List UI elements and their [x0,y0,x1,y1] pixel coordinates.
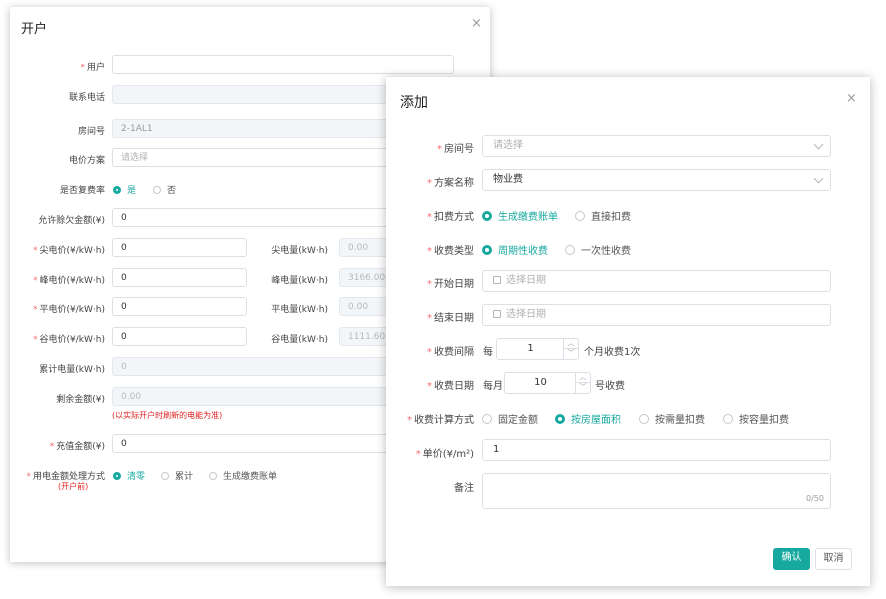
flat-energy-label: 平电量(kW·h) [271,305,328,315]
calc-fixed-radio[interactable]: 固定金额 [482,411,538,426]
valley-price-label: * 谷电价(¥/kW·h) [33,335,105,345]
cancel-button[interactable]: 取消 [815,548,852,570]
room-label: * 房间号 [437,144,474,155]
flat-price-label: * 平电价(¥/kW·h) [33,305,105,315]
total-energy-label: 累计电量(kW·h) [39,365,105,375]
date-label: * 收费日期 [427,381,474,392]
phone-label: 联系电话 [68,93,105,103]
interval-stepper[interactable]: 1 ︿ ﹀ [496,338,579,360]
room-label: 房间号 [77,127,105,137]
handling-clear-radio[interactable]: 清零 [113,469,145,482]
multi-rate-yes-radio[interactable]: 是 [113,183,136,196]
calendar-icon [493,276,501,284]
decrement-icon[interactable]: ﹀ [576,383,590,393]
close-icon[interactable]: × [471,17,482,30]
confirm-button[interactable]: 确认 [773,548,810,570]
date-stepper[interactable]: 10 ︿ ﹀ [504,372,591,394]
calc-demand-radio[interactable]: 按需量扣费 [639,411,705,426]
flat-price-input[interactable]: 0 [112,297,247,316]
handling-sub-note: (开户前) [58,482,89,491]
chevron-down-icon [813,173,824,184]
high-price-input[interactable]: 0 [112,268,247,287]
dialog-title: 开户 [21,22,48,37]
arrears-label: 允许赊欠金额(¥) [38,216,105,226]
increment-icon[interactable]: ︿ [564,339,578,349]
peak-price-input[interactable]: 0 [112,238,247,257]
peak-energy-label: 尖电量(kW·h) [271,246,328,256]
high-price-label: * 峰电价(¥/kW·h) [33,276,105,286]
balance-note: (以实际开户时刷新的电能为准) [112,411,223,420]
remark-label: 备注 [454,483,474,494]
recharge-label: * 充值金额(¥) [49,442,105,452]
user-label: * 用户 [80,63,105,73]
end-date-label: * 结束日期 [427,313,474,324]
high-energy-label: 峰电量(kW·h) [271,276,328,286]
multi-rate-no-radio[interactable]: 否 [153,183,176,196]
valley-energy-label: 谷电量(kW·h) [271,335,328,345]
balance-input[interactable]: 0.00 [112,387,402,406]
charge-type-once-radio[interactable]: 一次性收费 [565,242,631,257]
arrears-input[interactable]: 0 [112,208,402,227]
date-prefix: 每月 [483,381,503,392]
date-suffix: 号收费 [595,381,625,392]
deduct-direct-radio[interactable]: 直接扣费 [575,208,631,223]
user-input[interactable] [112,55,454,74]
chevron-down-icon [813,139,824,150]
remark-counter: 0/50 [806,494,824,503]
interval-prefix: 每 [483,347,493,358]
remark-textarea[interactable]: 0/50 [482,473,831,509]
close-icon[interactable]: × [846,92,857,105]
handling-accumulate-radio[interactable]: 累计 [161,469,193,482]
deduct-bill-radio[interactable]: 生成缴费账单 [482,208,558,223]
end-date-picker[interactable]: 选择日期 [482,304,831,326]
unit-price-input[interactable]: 1 [482,439,831,461]
add-dialog: 添加 × * 房间号 请选择 * 方案名称 物业费 * 扣费方式 生成缴费账单 直接扣… [386,77,870,586]
plan-select[interactable]: 物业费 [482,169,831,191]
total-energy-input[interactable]: 0 [112,357,402,376]
peak-price-label: * 尖电价(¥/kW·h) [33,246,105,256]
price-plan-label: 电价方案 [68,156,105,166]
calc-label: * 收费计算方式 [407,415,474,426]
recharge-input[interactable]: 0 [112,434,402,453]
increment-icon[interactable]: ︿ [576,373,590,383]
charge-type-periodic-radio[interactable]: 周期性收费 [482,242,548,257]
room-input[interactable]: 2-1AL1 [112,119,402,138]
phone-input[interactable] [112,85,402,104]
deduct-label: * 扣费方式 [427,212,474,223]
interval-suffix: 个月收费1次 [584,347,641,358]
interval-label: * 收费间隔 [427,347,474,358]
handling-bill-radio[interactable]: 生成缴费账单 [209,469,277,482]
dialog-title: 添加 [400,95,428,111]
charge-type-label: * 收费类型 [427,246,474,257]
price-plan-select[interactable]: 请选择 [112,148,402,167]
start-date-picker[interactable]: 选择日期 [482,270,831,292]
unit-price-label: * 单价(¥/m²) [415,449,474,460]
multi-rate-label: 是否复费率 [59,186,105,196]
balance-label: 剩余金额(¥) [56,395,105,405]
calc-area-radio[interactable]: 按房屋面积 [555,411,621,426]
calc-capacity-radio[interactable]: 按容量扣费 [723,411,789,426]
valley-price-input[interactable]: 0 [112,327,247,346]
start-date-label: * 开始日期 [427,279,474,290]
room-select[interactable]: 请选择 [482,135,831,157]
decrement-icon[interactable]: ﹀ [564,349,578,359]
calendar-icon [493,310,501,318]
plan-label: * 方案名称 [427,178,474,189]
